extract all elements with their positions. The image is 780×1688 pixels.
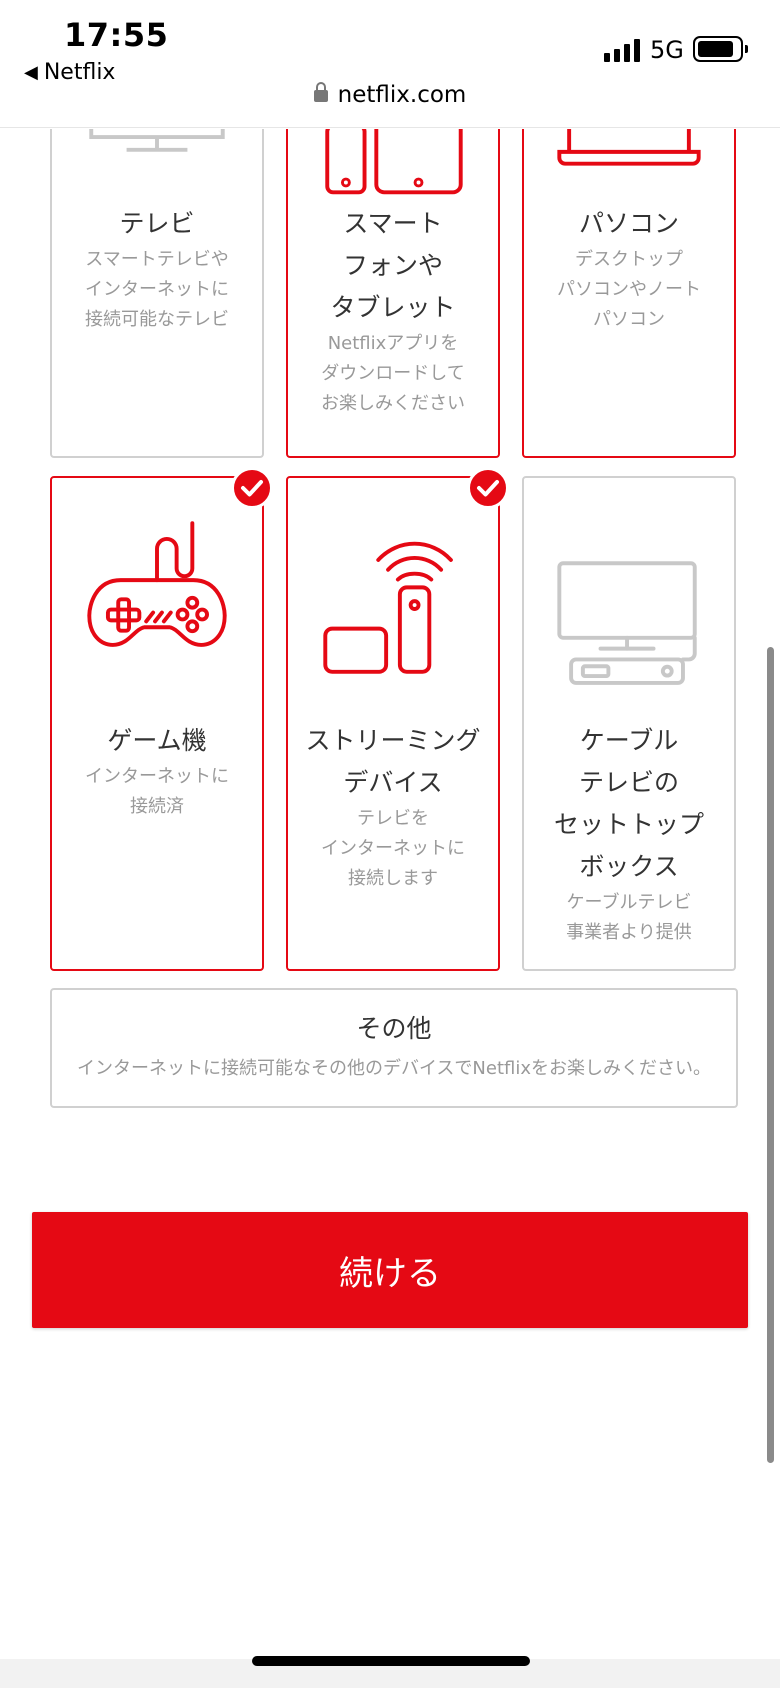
address-bar[interactable]: netflix.com bbox=[0, 82, 780, 108]
device-title: ゲーム機 bbox=[107, 726, 207, 755]
device-desc-line: インターネットに bbox=[85, 766, 229, 787]
device-card-tv[interactable]: テレビ スマートテレビや インターネットに 接続可能なテレビ bbox=[50, 129, 264, 458]
game-controller-icon bbox=[87, 521, 227, 647]
checkmark-icon bbox=[231, 467, 273, 509]
battery-icon bbox=[693, 36, 748, 62]
device-card-game-console[interactable]: ゲーム機 インターネットに 接続済 bbox=[50, 467, 273, 971]
network-type: 5G bbox=[650, 36, 684, 64]
scrollbar[interactable] bbox=[767, 647, 774, 1463]
page-content: テレビ スマートテレビや インターネットに 接続可能なテレビ スマート フォンや… bbox=[0, 129, 780, 1659]
phone-tablet-icon bbox=[325, 129, 463, 195]
device-desc-line: パソコンやノート bbox=[557, 279, 701, 300]
checkmark-icon bbox=[467, 467, 509, 509]
device-desc-line: パソコン bbox=[593, 309, 665, 330]
device-title: パソコン bbox=[578, 209, 679, 238]
device-title-line: ケーブル bbox=[579, 726, 679, 755]
device-desc-line: 事業者より提供 bbox=[566, 922, 692, 943]
continue-button[interactable]: 続ける bbox=[32, 1212, 748, 1328]
device-title-line: セットトップ bbox=[553, 810, 704, 839]
tv-icon bbox=[89, 129, 225, 152]
back-arrow-icon: ◀ bbox=[24, 62, 38, 83]
device-title-line: スマート bbox=[343, 209, 443, 238]
set-top-box-icon bbox=[557, 561, 697, 685]
device-desc-line: ダウンロードして bbox=[321, 363, 465, 384]
device-desc-line: 接続可能なテレビ bbox=[85, 309, 229, 330]
device-title-line: デバイス bbox=[343, 768, 443, 797]
device-desc-line: デスクトップ bbox=[575, 249, 683, 270]
device-title: テレビ bbox=[119, 209, 195, 238]
streaming-device-icon bbox=[323, 541, 453, 674]
device-desc-line: インターネットに bbox=[85, 279, 229, 300]
device-desc-line: スマートテレビや bbox=[85, 249, 229, 270]
device-card-streaming-device[interactable]: ストリーミング デバイス テレビを インターネットに 接続します bbox=[286, 467, 509, 971]
device-title: その他 bbox=[356, 1014, 432, 1043]
device-desc-line: ケーブルテレビ bbox=[566, 892, 692, 913]
device-card-pc[interactable]: パソコン デスクトップ パソコンやノート パソコン bbox=[522, 129, 736, 458]
device-title-line: ストリーミング bbox=[305, 726, 481, 755]
device-desc-line: 接続済 bbox=[130, 796, 184, 817]
device-card-other[interactable]: その他 インターネットに接続可能なその他のデバイスでNetflixをお楽しみくだ… bbox=[50, 988, 738, 1108]
device-desc-line: 接続します bbox=[348, 868, 438, 889]
url-text: netflix.com bbox=[337, 82, 467, 108]
device-card-smartphone-tablet[interactable]: スマート フォンや タブレット Netflixアプリを ダウンロードして お楽し… bbox=[286, 129, 500, 458]
device-desc-line: お楽しみください bbox=[321, 393, 465, 414]
device-desc-line: Netflixアプリを bbox=[327, 333, 459, 354]
device-title-line: テレビの bbox=[578, 768, 679, 797]
laptop-icon bbox=[557, 129, 701, 166]
status-bar: 17:55 ◀ Netflix 5G netflix.com bbox=[0, 0, 780, 128]
clock: 17:55 bbox=[64, 16, 169, 54]
lock-icon bbox=[313, 82, 328, 102]
device-desc-line: インターネットに bbox=[321, 838, 465, 859]
home-indicator[interactable] bbox=[252, 1656, 530, 1666]
device-title-line: フォンや bbox=[342, 251, 443, 280]
signal-icon bbox=[604, 38, 640, 62]
device-desc-line: テレビを bbox=[357, 808, 429, 829]
device-title-line: ボックス bbox=[579, 852, 679, 881]
device-desc: インターネットに接続可能なその他のデバイスでNetflixをお楽しみください。 bbox=[76, 1058, 712, 1079]
device-title-line: タブレット bbox=[330, 293, 456, 322]
device-card-set-top-box[interactable]: ケーブル テレビの セットトップ ボックス ケーブルテレビ 事業者より提供 bbox=[522, 476, 736, 971]
